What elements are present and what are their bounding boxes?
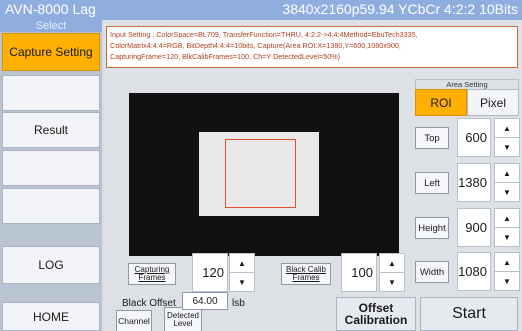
- down-arrow-icon[interactable]: ▼: [230, 273, 254, 292]
- input-setting-line: CapturingFrame=120, BlkCalibFrames=100, …: [110, 52, 340, 61]
- down-arrow-icon[interactable]: ▼: [380, 273, 404, 292]
- title-bar: AVN-8000 Lag 3840x2160p59.94 YCbCr 4:2:2…: [0, 0, 522, 20]
- roi-rectangle[interactable]: [225, 139, 296, 208]
- input-setting-line: ColorMatrix4:4:4=RGB, BitDepth4:4:4=10bi…: [110, 41, 401, 50]
- channel-button[interactable]: Channel: [116, 310, 152, 331]
- left-stepper: ▲ ▼: [494, 163, 520, 202]
- up-arrow-icon[interactable]: ▲: [495, 119, 519, 138]
- width-button[interactable]: Width: [415, 261, 449, 283]
- height-value[interactable]: 900: [457, 208, 491, 247]
- top-value[interactable]: 600: [457, 118, 491, 157]
- up-arrow-icon[interactable]: ▲: [495, 209, 519, 228]
- sidebar-item-empty-2[interactable]: [2, 150, 100, 186]
- sidebar-item-result[interactable]: Result: [2, 112, 100, 148]
- start-button[interactable]: Start: [420, 297, 518, 331]
- pixel-button[interactable]: Pixel: [467, 89, 519, 116]
- left-button[interactable]: Left: [415, 172, 449, 194]
- area-setting-label: Area Setting: [415, 79, 519, 89]
- sidebar-item-label: Capture Setting: [9, 45, 93, 59]
- black-offset-label: Black Offset: [122, 298, 176, 309]
- black-calib-frames-button[interactable]: Black Calib Frames: [281, 263, 331, 285]
- sidebar-header: Select: [0, 20, 102, 32]
- home-button[interactable]: HOME: [2, 302, 100, 331]
- signal-format-text: 3840x2160p59.94 YCbCr 4:2:2 10Bits: [282, 1, 518, 17]
- down-arrow-icon[interactable]: ▼: [495, 138, 519, 157]
- area-setting-panel: Area Setting ROI Pixel: [415, 78, 519, 116]
- offset-calibration-button[interactable]: Offset Calibration: [336, 297, 416, 331]
- sidebar-item-log[interactable]: LOG: [2, 246, 100, 284]
- black-calib-frames-value[interactable]: 100: [341, 253, 377, 292]
- detected-level-button[interactable]: Detected Level: [164, 307, 202, 331]
- top-button[interactable]: Top: [415, 127, 449, 149]
- down-arrow-icon[interactable]: ▼: [495, 183, 519, 202]
- sidebar-item-label: HOME: [33, 309, 69, 324]
- capturing-frames-value[interactable]: 120: [192, 253, 228, 292]
- up-arrow-icon[interactable]: ▲: [495, 253, 519, 272]
- lsb-unit-label: lsb: [232, 298, 245, 309]
- height-stepper: ▲ ▼: [494, 208, 520, 247]
- left-value[interactable]: 1380: [457, 163, 491, 202]
- black-calib-frames-stepper: ▲ ▼: [379, 253, 405, 292]
- top-stepper: ▲ ▼: [494, 118, 520, 157]
- down-arrow-icon[interactable]: ▼: [495, 272, 519, 291]
- input-setting-info: Input Setting : ColorSpace=Bt.709, Trans…: [106, 26, 518, 68]
- sidebar: Select Capture Setting Result LOG HOME: [0, 20, 102, 331]
- black-calib-frames-label: Black Calib Frames: [285, 265, 326, 282]
- sidebar-item-label: LOG: [38, 258, 64, 272]
- up-arrow-icon[interactable]: ▲: [495, 164, 519, 183]
- up-arrow-icon[interactable]: ▲: [380, 254, 404, 273]
- sidebar-item-empty-3[interactable]: [2, 188, 100, 224]
- down-arrow-icon[interactable]: ▼: [495, 228, 519, 247]
- capturing-frames-button[interactable]: Capturing Frames: [128, 263, 176, 285]
- roi-button[interactable]: ROI: [415, 89, 467, 116]
- capturing-frames-label: Capturing Frames: [134, 265, 170, 282]
- black-offset-input[interactable]: 64.00: [182, 292, 228, 310]
- up-arrow-icon[interactable]: ▲: [230, 254, 254, 273]
- width-stepper: ▲ ▼: [494, 252, 520, 291]
- sidebar-item-label: Result: [33, 123, 68, 137]
- height-button[interactable]: Height: [415, 217, 449, 239]
- main-panel: Input Setting : ColorSpace=Bt.709, Trans…: [104, 20, 522, 331]
- input-setting-line: Input Setting : ColorSpace=Bt.709, Trans…: [110, 30, 418, 39]
- width-value[interactable]: 1080: [457, 252, 491, 291]
- capturing-frames-stepper: ▲ ▼: [229, 253, 255, 292]
- sidebar-item-empty-1[interactable]: [2, 75, 100, 111]
- capture-preview: [129, 93, 399, 256]
- sidebar-item-capture-setting[interactable]: Capture Setting: [2, 33, 100, 71]
- preview-frame: [199, 132, 319, 216]
- app-title: AVN-8000 Lag: [5, 1, 96, 17]
